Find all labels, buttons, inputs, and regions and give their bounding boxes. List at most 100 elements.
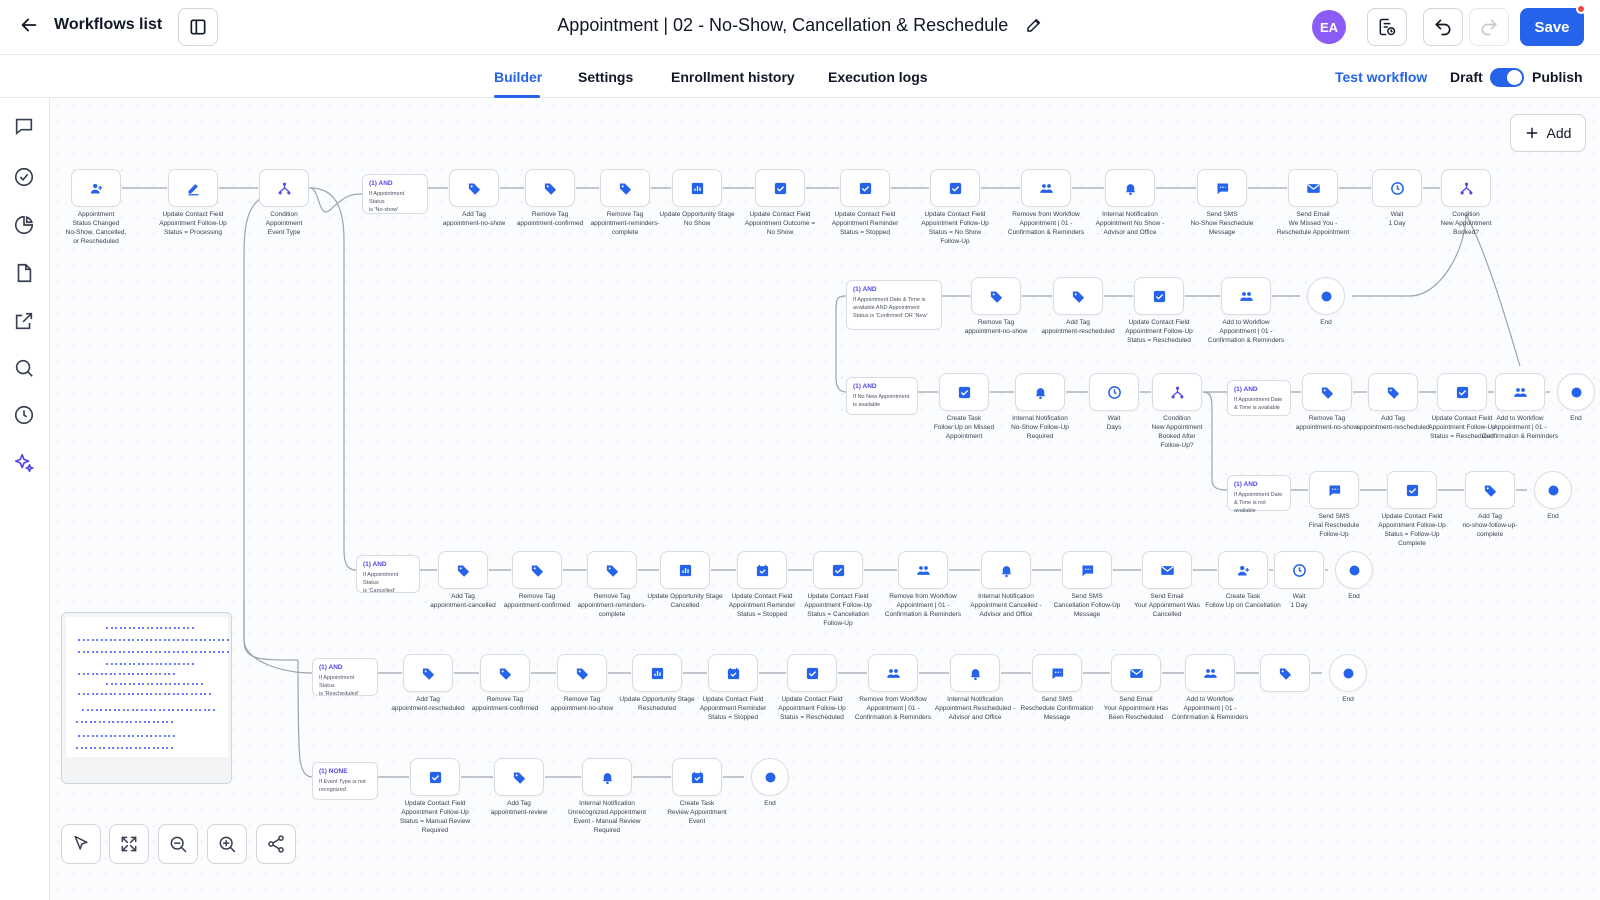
edit-title-icon[interactable] [1025,16,1043,34]
node-box[interactable] [981,551,1031,589]
node-box[interactable] [898,551,948,589]
search-icon[interactable] [13,357,35,379]
tab-enrollment-history[interactable]: Enrollment history [671,69,795,85]
node-box[interactable] [449,169,499,207]
node-box[interactable] [1307,277,1345,315]
node-box[interactable] [787,654,837,692]
minimap-node [105,673,107,675]
node-box[interactable] [1062,551,1112,589]
node-box[interactable] [737,551,787,589]
save-button[interactable]: Save [1520,8,1584,46]
node-detail: Status Changed [72,220,120,227]
node-box[interactable] [1134,277,1184,315]
cancelled-step-13[interactable]: End [1298,551,1410,601]
node-box[interactable] [1309,471,1359,509]
node-box[interactable] [1197,169,1247,207]
user-avatar[interactable]: EA [1312,10,1346,44]
node-box[interactable] [751,758,789,796]
unrecognized-step-5[interactable]: End [714,758,826,808]
node-box[interactable] [410,758,460,796]
tab-execution-logs[interactable]: Execution logs [828,69,928,85]
node-box[interactable] [1557,373,1595,411]
zoom-in-button[interactable] [207,824,247,864]
node-box[interactable] [1152,373,1202,411]
share-button[interactable] [256,824,296,864]
select-tool-button[interactable] [61,824,101,864]
node-box[interactable] [71,169,121,207]
undo-button[interactable] [1423,8,1463,46]
node-box[interactable] [1288,169,1338,207]
node-box[interactable] [971,277,1021,315]
add-node-button[interactable]: Add [1510,114,1586,152]
no-show-step-13[interactable]: Condition New Appointment Booked? [1410,169,1522,237]
sparkles-icon[interactable] [13,452,35,474]
node-box[interactable] [660,551,710,589]
node-box[interactable] [1032,654,1082,692]
test-workflow-link[interactable]: Test workflow [1335,69,1427,85]
node-box[interactable] [1053,277,1103,315]
node-box[interactable] [494,758,544,796]
node-box[interactable] [1185,654,1235,692]
version-history-button[interactable] [1367,8,1407,46]
node-box[interactable] [403,654,453,692]
node-box[interactable] [1221,277,1271,315]
final-follow-up-step-4[interactable]: End [1497,471,1600,521]
publish-toggle[interactable] [1490,68,1524,87]
comment-icon[interactable] [13,115,35,137]
node-box[interactable] [1534,471,1572,509]
no-rebook-step-4[interactable]: Condition New Appointment Booked After Foll… [1121,373,1233,450]
node-box[interactable] [840,169,890,207]
node-box[interactable] [512,551,562,589]
tab-settings[interactable]: Settings [578,69,633,85]
node-box[interactable] [557,654,607,692]
minimap-node [115,683,117,685]
minimap-node [151,663,153,665]
toggle-panel-button[interactable] [178,8,218,46]
node-box[interactable] [525,169,575,207]
node-box[interactable] [1387,471,1437,509]
history-icon[interactable] [13,404,35,426]
rebooked-step-5[interactable]: End [1270,277,1382,327]
branch-unrecognized-condition[interactable]: (1) NONE If Event Type is not recognized [312,762,378,800]
follow-up-rebooked-step-5[interactable]: End [1520,373,1600,423]
node-box[interactable] [939,373,989,411]
node-box[interactable] [813,551,863,589]
node-box[interactable] [1335,551,1373,589]
back-to-workflows-link[interactable]: Workflows list [18,14,162,36]
node-box[interactable] [632,654,682,692]
trigger-node[interactable]: Appointment Status Changed No-Show, Cancel… [40,169,152,246]
pie-chart-icon[interactable] [13,214,35,236]
file-icon[interactable] [13,262,35,284]
rescheduled-step-13[interactable]: End [1292,654,1404,704]
condition-line: If Appointment Date & Time is [853,297,926,303]
node-box[interactable] [1329,654,1367,692]
node-box[interactable] [930,169,980,207]
node-box[interactable] [1105,169,1155,207]
workflow-title[interactable]: Appointment | 02 - No-Show, Cancellation… [557,15,1008,35]
node-box[interactable] [1441,169,1491,207]
branch-rebooked-condition[interactable]: (1) AND If Appointment Date & Time is avai… [846,280,942,330]
node-box[interactable] [1142,551,1192,589]
node-box[interactable] [950,654,1000,692]
node-box[interactable] [259,169,309,207]
check-circle-icon[interactable] [13,166,35,188]
minimap[interactable] [61,612,232,784]
minimap-node [158,709,161,711]
fit-view-button[interactable] [109,824,149,864]
node-box[interactable] [582,758,632,796]
minimap-node [127,639,130,641]
node-box[interactable] [868,654,918,692]
zoom-out-button[interactable] [158,824,198,864]
node-box[interactable] [672,169,722,207]
redo-button[interactable] [1469,8,1509,46]
node-box[interactable] [708,654,758,692]
node-box[interactable] [168,169,218,207]
node-box[interactable] [480,654,530,692]
node-box[interactable] [755,169,805,207]
node-box[interactable] [1021,169,1071,207]
checkbox-icon [806,667,818,679]
external-link-icon[interactable] [13,310,35,332]
tab-builder[interactable]: Builder [494,69,542,85]
condition-event-type-node[interactable]: Condition Appointment Event Type [228,169,340,237]
branch-rescheduled-condition[interactable]: (1) AND If Appointment Status is 'Reschedu… [312,658,378,697]
